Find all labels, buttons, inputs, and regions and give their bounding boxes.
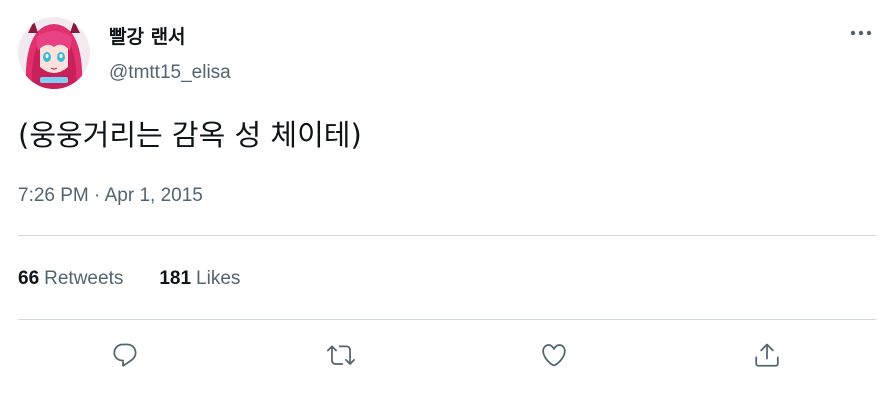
tweet-text: (웅웅거리는 감옥 성 체이테) xyxy=(18,118,362,152)
engagement-stats: 66 Retweets 181 Likes xyxy=(18,265,276,293)
like-icon xyxy=(542,344,566,367)
reply-icon xyxy=(113,343,137,367)
user-handle[interactable]: @tmtt15_elisa xyxy=(109,61,231,85)
display-name[interactable]: 빨강 랜서 xyxy=(109,24,186,50)
share-icon xyxy=(755,343,779,367)
more-dots-icon xyxy=(850,30,872,36)
likes-stat[interactable]: 181 Likes xyxy=(159,265,240,293)
anime-avatar-icon xyxy=(18,17,90,89)
avatar[interactable] xyxy=(18,17,90,89)
action-bar xyxy=(0,336,894,374)
retweets-count: 66 xyxy=(18,268,40,289)
divider xyxy=(18,235,876,236)
tweet-timestamp[interactable]: 7:26 PM · Apr 1, 2015 xyxy=(18,183,203,209)
reply-button[interactable] xyxy=(106,336,144,374)
likes-count: 181 xyxy=(159,268,192,289)
retweet-icon xyxy=(327,345,355,365)
divider xyxy=(18,319,876,320)
more-options-button[interactable] xyxy=(844,20,878,46)
likes-label: Likes xyxy=(196,268,241,289)
tweet-card: 빨강 랜서 @tmtt15_elisa (웅웅거리는 감옥 성 체이테) 7:2… xyxy=(0,0,894,409)
retweets-stat[interactable]: 66 Retweets xyxy=(18,265,123,293)
share-button[interactable] xyxy=(748,336,786,374)
retweets-label: Retweets xyxy=(44,268,124,289)
like-button[interactable] xyxy=(535,336,573,374)
retweet-button[interactable] xyxy=(322,336,360,374)
